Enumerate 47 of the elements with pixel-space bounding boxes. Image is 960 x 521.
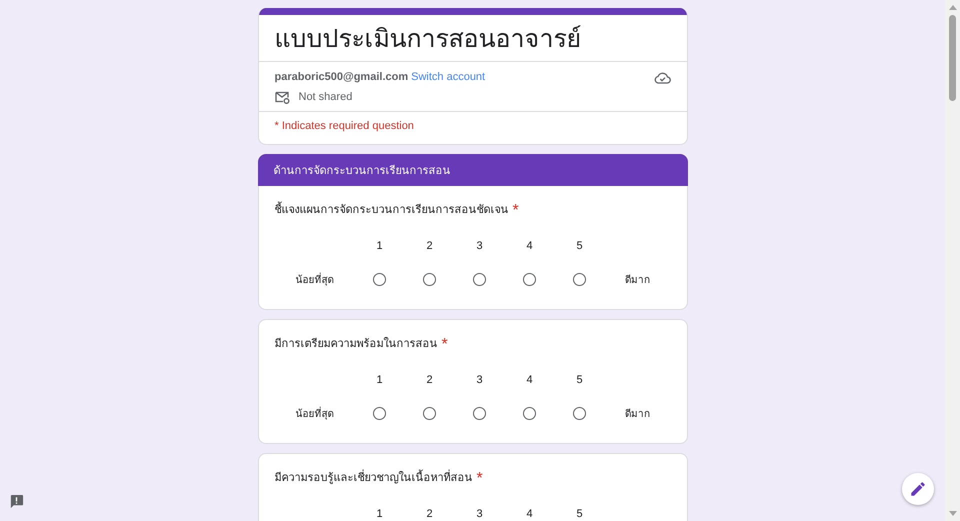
question-title: มีความรอบรู้และเชี่ยวชาญในเนื้อหาที่สอน — [274, 470, 472, 486]
scale-number: 5 — [576, 374, 583, 386]
scale-number: 3 — [476, 374, 483, 386]
radio-button[interactable] — [473, 407, 486, 420]
scrollbar[interactable] — [945, 0, 960, 521]
question-title: มีการเตรียมความพร้อมในการสอน — [274, 336, 438, 352]
radio-button[interactable] — [523, 407, 536, 420]
scale-number: 2 — [426, 374, 433, 386]
pencil-icon — [909, 480, 927, 498]
scale-number: 5 — [576, 508, 583, 520]
scale-number: 4 — [526, 374, 533, 386]
scale-high-label: ดีมาก — [625, 408, 650, 421]
sharing-status: Not shared — [298, 90, 352, 105]
radio-button[interactable] — [473, 273, 486, 286]
scale-number: 3 — [476, 240, 483, 252]
required-note: * Indicates required question — [274, 119, 415, 134]
radio-button[interactable] — [573, 407, 586, 420]
radio-button[interactable] — [373, 273, 386, 286]
scale-number: 5 — [576, 240, 583, 252]
scale-low-label: น้อยที่สุด — [296, 272, 334, 287]
scale-number: 4 — [526, 240, 533, 252]
radio-button[interactable] — [423, 273, 436, 286]
scale-number: 1 — [376, 240, 383, 252]
scale-number: 1 — [376, 508, 383, 520]
scale-number: 1 — [376, 374, 383, 386]
scale-low-label: น้อยที่สุด — [296, 406, 334, 421]
scale-number: 2 — [426, 508, 433, 520]
mail-icon — [274, 90, 290, 104]
required-mark: * — [476, 470, 483, 488]
section-title: ด้านการจัดกระบวนการเรียนการสอน — [274, 163, 450, 179]
form-title: แบบประเมินการสอนอาจารย์ — [274, 23, 582, 55]
scale-number: 3 — [476, 508, 483, 520]
required-mark: * — [442, 336, 448, 354]
account-email: paraboric500@gmail.com — [274, 70, 408, 85]
required-mark: * — [512, 202, 519, 220]
radio-button[interactable] — [573, 273, 586, 286]
cloud-check-icon — [654, 72, 670, 84]
scale-number: 2 — [426, 240, 433, 252]
feedback-icon[interactable] — [9, 494, 24, 509]
scale-high-label: ดีมาก — [625, 274, 650, 287]
switch-account-link[interactable]: Switch account — [411, 69, 486, 85]
radio-button[interactable] — [523, 273, 536, 286]
scale-number: 4 — [526, 508, 533, 520]
radio-button[interactable] — [373, 407, 386, 420]
question-title: ชี้แจงแผนการจัดกระบวนการเรียนการสอนชัดเจน — [274, 202, 508, 218]
edit-button[interactable] — [902, 473, 934, 505]
radio-button[interactable] — [423, 407, 436, 420]
